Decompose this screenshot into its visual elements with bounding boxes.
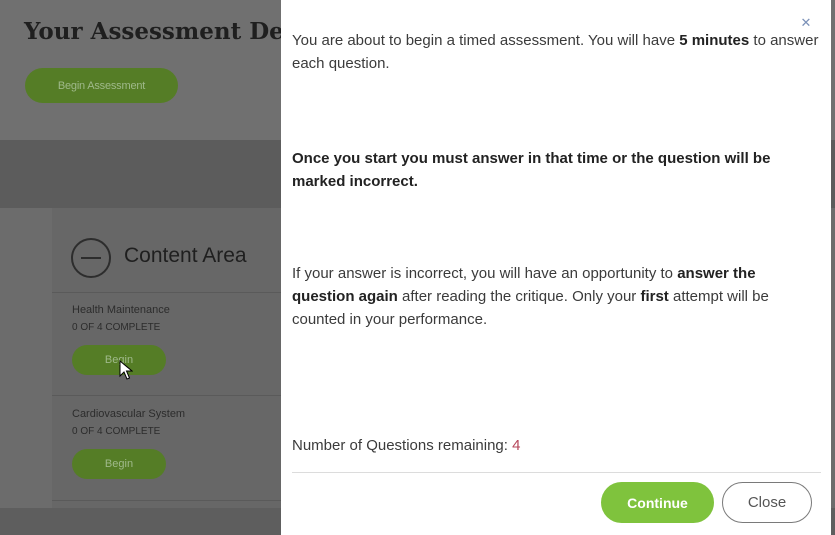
modal-warning-text: Once you start you must answer in that t… xyxy=(292,150,771,190)
questions-remaining: Number of Questions remaining: 4 xyxy=(292,437,521,454)
close-button[interactable]: Close xyxy=(722,482,812,523)
divider xyxy=(52,292,292,293)
modal-intro-text: You are about to begin a timed assessmen… xyxy=(292,32,819,72)
content-area-label: Content Area xyxy=(124,244,247,267)
questions-remaining-count: 4 xyxy=(512,437,521,454)
divider xyxy=(52,395,292,396)
collapse-icon[interactable] xyxy=(71,238,111,278)
mouse-cursor-icon xyxy=(119,360,133,380)
close-icon[interactable]: ✕ xyxy=(799,16,813,30)
item-status-health-maintenance: 0 OF 4 COMPLETE xyxy=(72,322,161,333)
begin-button-cardiovascular[interactable]: Begin xyxy=(72,449,166,479)
item-status-cardiovascular: 0 OF 4 COMPLETE xyxy=(72,426,161,437)
modal-critique-text: If your answer is incorrect, you will ha… xyxy=(292,265,769,328)
begin-assessment-button[interactable]: Begin Assessment xyxy=(25,68,178,103)
footer-divider xyxy=(292,472,821,473)
timed-assessment-modal: ✕ You are about to begin a timed assessm… xyxy=(281,0,831,535)
item-title-cardiovascular: Cardiovascular System xyxy=(72,408,186,420)
continue-button[interactable]: Continue xyxy=(601,482,714,523)
divider xyxy=(52,500,292,501)
item-title-health-maintenance: Health Maintenance xyxy=(72,304,170,316)
page-title: Your Assessment De xyxy=(24,18,284,45)
